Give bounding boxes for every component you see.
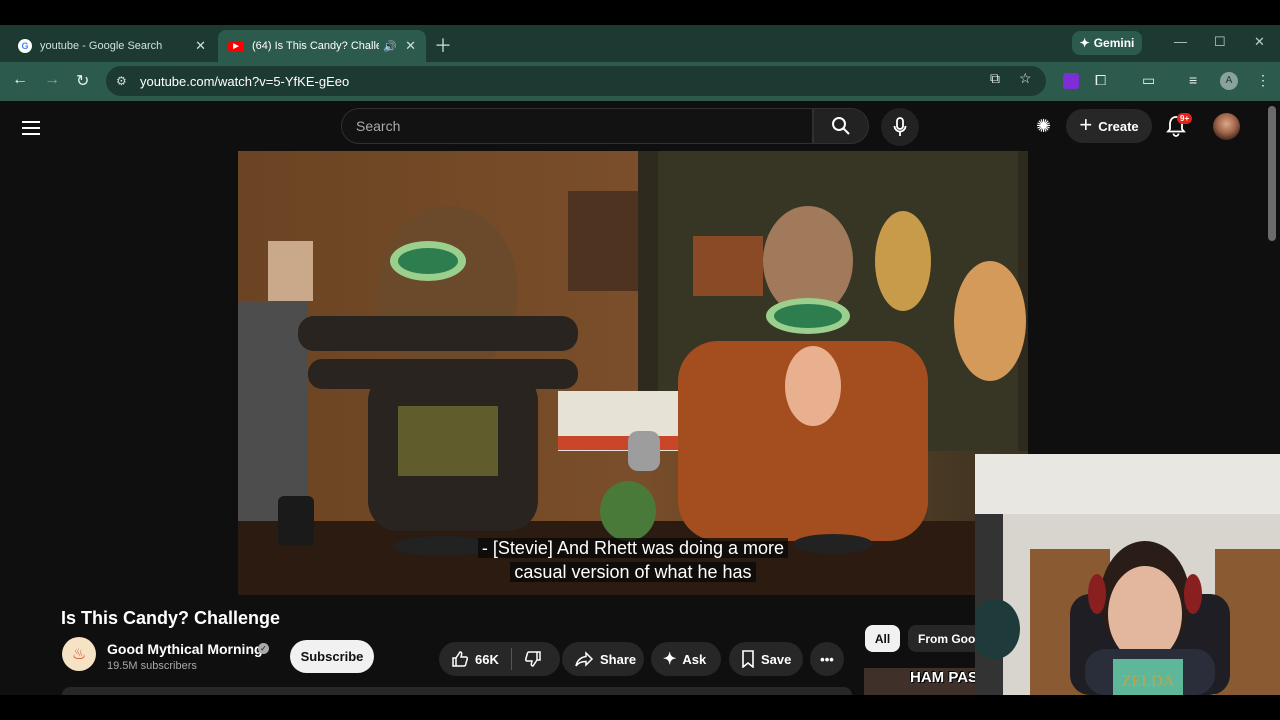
forward-icon[interactable]: → (44, 71, 60, 89)
bookmark-icon (741, 650, 755, 668)
dislike-button[interactable] (512, 642, 560, 676)
new-tab-button[interactable]: ＋ (434, 32, 452, 58)
channel-name[interactable]: Good Mythical Morning (107, 641, 263, 657)
thumbs-up-icon (451, 650, 469, 668)
page-scrollbar[interactable] (1268, 106, 1276, 241)
profile-avatar[interactable]: A (1220, 72, 1238, 90)
maximize-icon[interactable]: ☐ (1214, 34, 1226, 50)
more-dots-icon: ••• (820, 651, 834, 667)
youtube-icon: ▶ (228, 40, 244, 52)
save-button[interactable]: Save (729, 642, 803, 676)
tab-title: (64) Is This Candy? Challeng (252, 40, 380, 52)
microphone-icon (893, 117, 907, 136)
notification-badge: 9+ (1177, 113, 1193, 124)
search-button[interactable] (813, 108, 869, 144)
tab-google-search[interactable]: G youtube - Google Search ✕ (8, 30, 216, 62)
thumbs-down-icon (524, 650, 542, 668)
browser-toolbar: ← → ↻ ⚙ youtube.com/watch?v=5-YfKE-gEeo … (0, 62, 1280, 101)
extension-icon[interactable] (1063, 73, 1079, 89)
url-text: youtube.com/watch?v=5-YfKE-gEeo (140, 73, 350, 89)
like-dislike-group: 66K (439, 642, 560, 676)
side-panel-icon[interactable]: ▭ (1142, 72, 1155, 89)
audio-playing-icon[interactable]: 🔊 (383, 40, 397, 53)
hamburger-menu-icon[interactable] (22, 117, 40, 139)
browser-menu-icon[interactable]: ⋮ (1256, 72, 1270, 89)
thumbnail-text: HAM PAS (910, 669, 979, 686)
gemini-button[interactable]: ✦ Gemini (1072, 31, 1142, 55)
google-icon: G (18, 39, 32, 53)
close-tab-icon[interactable]: ✕ (405, 38, 416, 54)
chip-all[interactable]: All (865, 625, 900, 652)
media-controls-icon[interactable]: ≡ (1189, 72, 1197, 88)
svg-text:ZELDA: ZELDA (1122, 673, 1175, 690)
ask-button[interactable]: ✦ Ask (651, 642, 721, 676)
share-button[interactable]: Share (562, 642, 644, 676)
video-title: Is This Candy? Challenge (61, 608, 281, 628)
subscribe-button[interactable]: Subscribe (290, 640, 374, 673)
tab-youtube-video[interactable]: ▶ (64) Is This Candy? Challeng 🔊 ✕ (218, 30, 426, 62)
search-input[interactable] (356, 118, 812, 134)
plus-icon: + (1079, 112, 1093, 137)
webcam-feed: ZELDA (975, 454, 1280, 695)
install-app-icon[interactable]: ⧉ (990, 70, 1000, 87)
tab-title: youtube - Google Search (40, 40, 163, 52)
site-info-icon[interactable]: ⚙ (116, 74, 136, 88)
verified-check-icon: ✓ (258, 643, 269, 654)
search-box[interactable] (341, 108, 813, 144)
bookmark-star-icon[interactable]: ☆ (1019, 70, 1032, 87)
save-label: Save (761, 651, 792, 667)
share-label: Share (600, 651, 637, 667)
description-box[interactable] (62, 687, 852, 695)
flame-icon: ♨ (71, 646, 87, 663)
screen-top-bar (0, 0, 1280, 25)
more-actions-button[interactable]: ••• (810, 642, 844, 676)
search-icon (832, 117, 850, 135)
video-captions: - [Stevie] And Rhett was doing a more ca… (468, 536, 798, 584)
ask-label: Ask (682, 651, 707, 667)
like-button[interactable]: 66K (439, 642, 511, 676)
sparkle-icon: ✦ (663, 651, 677, 668)
back-icon[interactable]: ← (12, 71, 28, 89)
share-arrow-icon (574, 651, 594, 667)
like-count: 66K (475, 651, 499, 667)
account-avatar[interactable] (1213, 113, 1240, 140)
video-player[interactable]: - [Stevie] And Rhett was doing a more ca… (238, 151, 1028, 595)
caption-line-2: casual version of what he has (510, 562, 756, 582)
subscriber-count: 19.5M subscribers (107, 660, 197, 672)
voice-search-button[interactable] (881, 108, 919, 146)
gemini-label: Gemini (1093, 36, 1135, 50)
channel-avatar[interactable]: ♨ (62, 637, 96, 671)
caption-line-1: - [Stevie] And Rhett was doing a more (477, 538, 789, 558)
screen-bottom-bar (0, 695, 1280, 720)
create-label: Create (1098, 118, 1139, 134)
puzzle-extensions-icon[interactable]: ⧠ (1095, 72, 1106, 89)
minimize-icon[interactable]: — (1174, 34, 1187, 49)
close-window-icon[interactable]: ✕ (1254, 34, 1265, 50)
reload-icon[interactable]: ↻ (76, 71, 89, 91)
close-tab-icon[interactable]: ✕ (195, 38, 206, 54)
webcam-overlay: ZELDA (975, 454, 1280, 695)
address-bar[interactable]: ⚙ youtube.com/watch?v=5-YfKE-gEeo (106, 66, 1046, 96)
yt-sparkle-icon[interactable]: ✺ (1036, 116, 1051, 137)
create-button[interactable]: + Create (1066, 109, 1152, 143)
sparkle-icon: ✦ (1079, 36, 1090, 50)
video-frame (238, 151, 1028, 595)
